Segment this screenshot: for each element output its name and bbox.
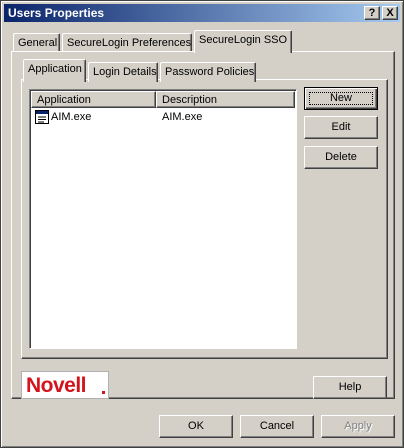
tab-securelogin-preferences[interactable]: SecureLogin Preferences bbox=[62, 33, 192, 53]
logo-text: Novell bbox=[26, 374, 87, 397]
help-title-button[interactable]: ? bbox=[364, 6, 380, 20]
tab-label: Password Policies bbox=[165, 66, 255, 78]
button-label: Help bbox=[338, 381, 362, 393]
cell-description: AIM.exe bbox=[162, 111, 203, 123]
logo-dot bbox=[102, 391, 105, 394]
delete-button[interactable]: Delete bbox=[304, 146, 378, 169]
tab-label: Login Details bbox=[93, 66, 157, 78]
column-header-application[interactable]: Application bbox=[31, 91, 156, 108]
tab-label: SecureLogin Preferences bbox=[67, 37, 192, 49]
button-label: Apply bbox=[344, 420, 372, 432]
tab-label: SecureLogin SSO bbox=[199, 34, 288, 46]
button-label: Edit bbox=[331, 121, 351, 133]
tab-label: Application bbox=[28, 63, 82, 75]
tab-password-policies[interactable]: Password Policies bbox=[160, 62, 256, 82]
button-label: Cancel bbox=[259, 420, 295, 432]
cell-application: AIM.exe bbox=[51, 111, 92, 123]
new-button[interactable]: New bbox=[304, 87, 378, 110]
tab-application[interactable]: Application bbox=[23, 59, 86, 82]
application-icon bbox=[35, 110, 49, 124]
button-label: Delete bbox=[325, 151, 357, 163]
tab-login-details[interactable]: Login Details bbox=[88, 62, 158, 82]
help-button[interactable]: Help bbox=[313, 376, 387, 399]
list-item[interactable]: AIM.exe AIM.exe bbox=[31, 109, 295, 125]
tab-securelogin-sso[interactable]: SecureLogin SSO bbox=[194, 30, 292, 53]
cancel-button[interactable]: Cancel bbox=[240, 415, 314, 438]
novell-logo: Novell bbox=[21, 371, 109, 399]
column-header-description[interactable]: Description bbox=[156, 91, 295, 108]
tab-label: General bbox=[18, 37, 58, 49]
window-title: Users Properties bbox=[8, 6, 105, 20]
title-bar[interactable]: Users Properties ? X bbox=[4, 4, 400, 22]
button-label: New bbox=[329, 92, 352, 104]
apply-button: Apply bbox=[321, 415, 395, 438]
edit-button[interactable]: Edit bbox=[304, 116, 378, 139]
button-label: OK bbox=[188, 420, 204, 432]
properties-dialog: Users Properties ? X General SecureLogin… bbox=[0, 0, 404, 448]
close-button[interactable]: X bbox=[382, 6, 398, 20]
tab-general[interactable]: General bbox=[13, 33, 60, 53]
ok-button[interactable]: OK bbox=[159, 415, 233, 438]
application-list[interactable]: Application Description AIM.exe AIM.exe bbox=[29, 89, 297, 349]
column-header-label: Description bbox=[162, 94, 218, 106]
column-header-label: Application bbox=[37, 94, 91, 106]
